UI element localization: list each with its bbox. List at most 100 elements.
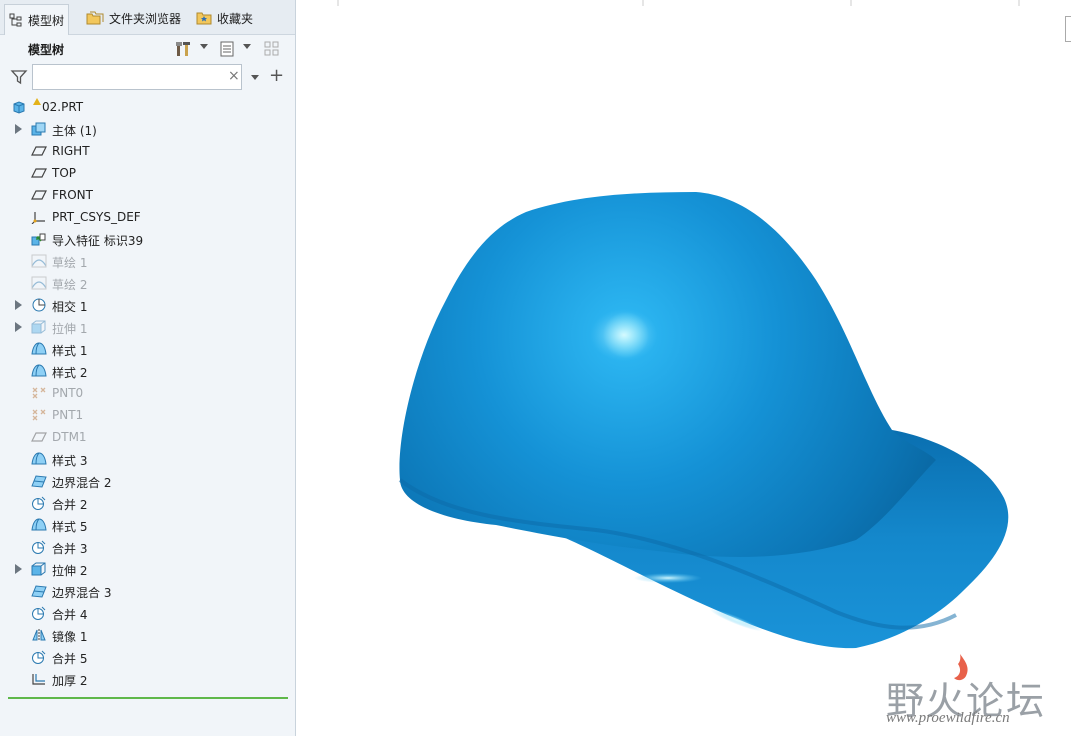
coordinate-system-icon	[31, 210, 47, 225]
tree-node[interactable]: 镜像 1	[0, 624, 290, 646]
tab-model-tree[interactable]: 模型树	[4, 4, 70, 35]
expand-arrow-icon[interactable]	[15, 300, 22, 310]
tree-node[interactable]: 草绘 1	[0, 250, 290, 272]
tree-node[interactable]: 边界混合 3	[0, 580, 290, 602]
intersect-icon	[31, 298, 47, 312]
tree-node-label: 主体 (1)	[52, 124, 97, 138]
tree-node[interactable]: PRT_CSYS_DEF	[0, 206, 290, 228]
merge-icon	[31, 650, 47, 664]
mirror-icon	[31, 628, 47, 642]
favorites-icon	[196, 12, 212, 25]
search-dropdown-icon[interactable]	[251, 75, 259, 80]
tree-node[interactable]: 样式 1	[0, 338, 290, 360]
style-surface-icon	[31, 452, 47, 466]
warning-icon	[33, 98, 41, 105]
tree-settings-icon[interactable]	[175, 40, 193, 58]
expand-arrow-icon[interactable]	[15, 564, 22, 574]
tree-filter-layout-icon[interactable]	[263, 40, 281, 58]
add-filter-icon[interactable]: +	[269, 65, 284, 86]
tree-node-label: TOP	[52, 166, 77, 180]
import-feature-icon	[31, 232, 47, 246]
expand-arrow-icon[interactable]	[15, 322, 22, 332]
boundary-blend-icon	[31, 474, 47, 488]
show-columns-dropdown-icon[interactable]	[243, 44, 251, 49]
tree-node[interactable]: 合并 4	[0, 602, 290, 624]
tree-node[interactable]: 合并 3	[0, 536, 290, 558]
tree-node[interactable]: FRONT	[0, 184, 290, 206]
panel-tabs: 模型树 文件夹浏览器 收藏夹	[0, 0, 295, 35]
tree-node[interactable]: 样式 3	[0, 448, 290, 470]
tree-node[interactable]: 边界混合 2	[0, 470, 290, 492]
filter-row: × +	[0, 62, 295, 92]
insert-here-marker[interactable]	[8, 697, 288, 699]
tab-model-tree-label: 模型树	[28, 13, 65, 28]
tree-settings-dropdown-icon[interactable]	[200, 44, 208, 49]
merge-icon	[31, 540, 47, 554]
style-surface-icon	[31, 342, 47, 356]
tree-node[interactable]: TOP	[0, 162, 290, 184]
boundary-blend-icon	[31, 584, 47, 598]
clear-search-icon[interactable]: ×	[228, 68, 240, 84]
model-tree-panel: 模型树 文件夹浏览器 收藏夹 模型树 × + 02.PRT 主体 (1) RIGHT…	[0, 0, 296, 736]
tree-node[interactable]: 加厚 2	[0, 668, 290, 690]
tree-node[interactable]: DTM1	[0, 426, 290, 448]
tree-node[interactable]: 合并 2	[0, 492, 290, 514]
tree-node-label: PNT1	[52, 408, 84, 422]
forum-watermark: 野火论坛 www.proewildfire.cn	[886, 652, 1062, 732]
datum-plane-icon	[31, 430, 47, 444]
tree-node-label: PNT0	[52, 386, 84, 400]
tree-node[interactable]: 导入特征 标识39	[0, 228, 290, 250]
graphics-viewport[interactable]	[296, 0, 1071, 736]
datum-point-icon	[31, 408, 47, 422]
extrude-icon	[31, 320, 47, 334]
model-tree-icon	[9, 13, 22, 27]
tree-node-label: DTM1	[52, 430, 87, 444]
tab-favorites[interactable]: 收藏夹	[192, 5, 257, 31]
tree-node-label: 草绘 2	[52, 278, 88, 292]
tree-node[interactable]: 草绘 2	[0, 272, 290, 294]
datum-point-icon	[31, 386, 47, 400]
datum-plane-icon	[31, 144, 47, 158]
tree-node-label: 样式 2	[52, 366, 88, 380]
helmet-model[interactable]	[296, 0, 1071, 736]
style-surface-icon	[31, 364, 47, 378]
datum-plane-icon	[31, 166, 47, 180]
show-columns-icon[interactable]	[218, 40, 236, 58]
tree-node-label: RIGHT	[52, 144, 90, 158]
tree-node-label: 边界混合 2	[52, 476, 112, 490]
datum-plane-icon	[31, 188, 47, 202]
tree-search-input[interactable]	[32, 64, 242, 90]
thicken-icon	[31, 672, 47, 686]
helmet-dome	[399, 192, 936, 557]
tree-node[interactable]: 样式 2	[0, 360, 290, 382]
tree-node[interactable]: 主体 (1)	[0, 118, 290, 140]
tree-node-label: 相交 1	[52, 300, 88, 314]
tree-node-label: FRONT	[52, 188, 93, 202]
body-icon	[31, 122, 47, 136]
tree-node-label: 合并 4	[52, 608, 88, 622]
tab-favorites-label: 收藏夹	[217, 11, 254, 26]
tree-node[interactable]: 拉伸 1	[0, 316, 290, 338]
tree-node[interactable]: 拉伸 2	[0, 558, 290, 580]
tree-node-label: 样式 5	[52, 520, 88, 534]
tree-node-label: 拉伸 2	[52, 564, 88, 578]
tree-node[interactable]: 合并 5	[0, 646, 290, 668]
tree-node-label: 边界混合 3	[52, 586, 112, 600]
tree-node[interactable]: PNT0	[0, 382, 290, 404]
tab-folder-browser[interactable]: 文件夹浏览器	[82, 5, 185, 31]
merge-icon	[31, 496, 47, 510]
tree-node-label: 导入特征 标识39	[52, 234, 144, 248]
tree-node[interactable]: RIGHT	[0, 140, 290, 162]
tree-node-label: 合并 2	[52, 498, 88, 512]
tree-node[interactable]: 相交 1	[0, 294, 290, 316]
tree-root-node[interactable]: 02.PRT	[0, 96, 290, 118]
part-icon	[11, 100, 27, 114]
filter-icon[interactable]	[10, 68, 28, 86]
expand-arrow-icon[interactable]	[15, 124, 22, 134]
tree-node[interactable]: PNT1	[0, 404, 290, 426]
tree-node-label: 样式 3	[52, 454, 88, 468]
merge-icon	[31, 606, 47, 620]
tree-node[interactable]: 样式 5	[0, 514, 290, 536]
watermark-url: www.proewildfire.cn	[886, 710, 1010, 726]
tab-folder-browser-label: 文件夹浏览器	[109, 11, 182, 26]
